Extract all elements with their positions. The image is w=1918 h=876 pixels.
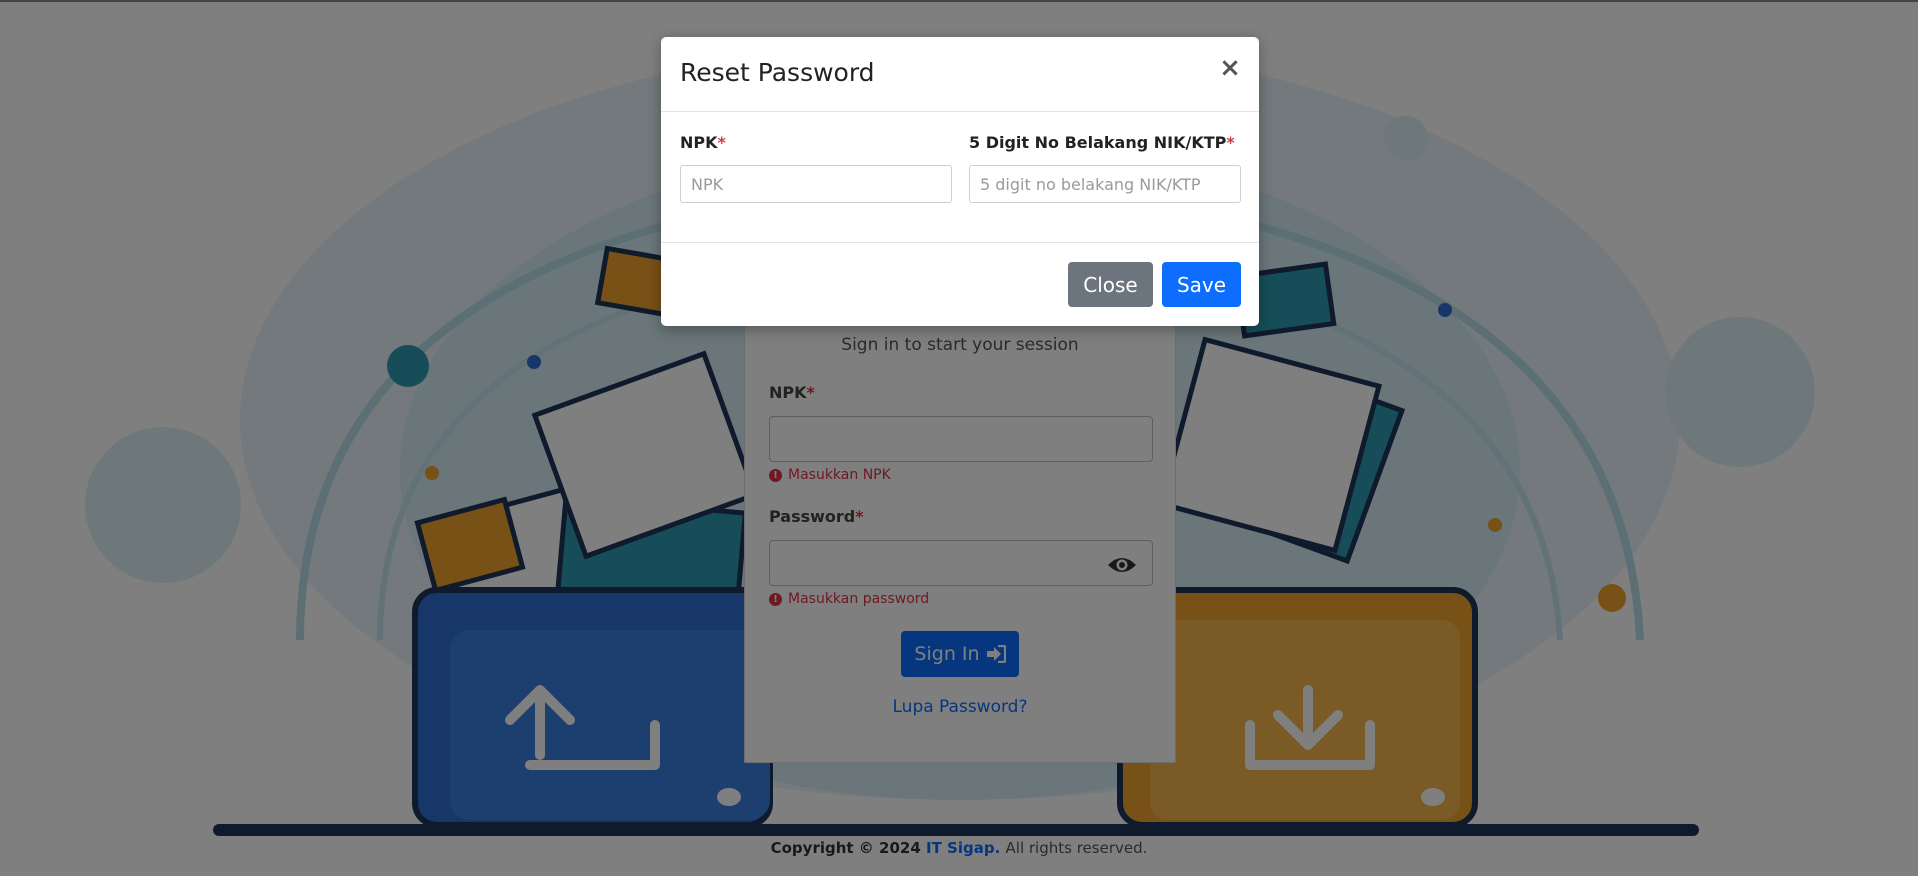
modal-title: Reset Password	[680, 58, 875, 87]
modal-nik-label-text: 5 Digit No Belakang NIK/KTP	[969, 133, 1227, 152]
save-button[interactable]: Save	[1162, 262, 1241, 307]
required-mark: *	[1226, 133, 1235, 152]
modal-nik-input[interactable]	[969, 165, 1241, 203]
close-icon[interactable]: ×	[1218, 54, 1242, 82]
reset-password-modal: Reset Password × NPK* 5 Digit No Belakan…	[661, 37, 1259, 326]
modal-npk-label: NPK*	[680, 133, 726, 152]
modal-header: Reset Password ×	[661, 37, 1259, 112]
required-mark: *	[717, 133, 726, 152]
modal-npk-label-text: NPK	[680, 133, 718, 152]
modal-nik-label: 5 Digit No Belakang NIK/KTP*	[969, 133, 1235, 152]
modal-npk-input[interactable]	[680, 165, 952, 203]
modal-footer: Close Save	[661, 242, 1259, 326]
close-button[interactable]: Close	[1068, 262, 1153, 307]
